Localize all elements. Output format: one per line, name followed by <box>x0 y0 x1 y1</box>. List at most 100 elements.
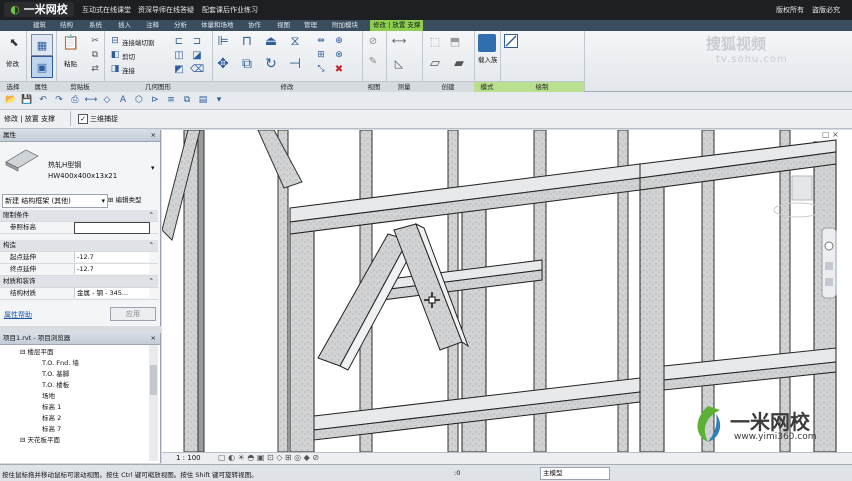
array-icon[interactable]: ⊞ <box>314 48 328 62</box>
active-model-selector[interactable]: 主模型 <box>540 467 610 480</box>
properties-close-icon[interactable]: × <box>151 130 156 141</box>
print-icon[interactable]: ⎙ <box>68 93 82 107</box>
tab-annotate[interactable]: 注释 <box>143 20 162 31</box>
instance-selector[interactable]: 新建 结构框架 (其他) ▾ <box>2 194 108 208</box>
undo-icon[interactable]: ↶ <box>36 93 50 107</box>
create-group-icon[interactable]: ▱ <box>428 56 442 71</box>
browser-tree-item[interactable]: T.O. Fnd. 墙 <box>0 358 150 369</box>
modify-button-label[interactable]: 修改 <box>6 58 19 68</box>
offset-icon[interactable]: ⊓ <box>240 34 254 49</box>
hide-element-icon[interactable]: ⊘ <box>366 34 380 48</box>
3d-snap-checkbox[interactable]: ✓ <box>78 114 88 124</box>
redo-icon[interactable]: ↷ <box>52 93 66 107</box>
paste-label[interactable]: 粘贴 <box>64 58 77 68</box>
properties-button[interactable]: ▦ <box>31 34 53 56</box>
tab-systems[interactable]: 系统 <box>86 20 105 31</box>
rotate-icon[interactable]: ↻ <box>264 56 278 72</box>
browser-close-icon[interactable]: × <box>151 333 156 344</box>
split-icon[interactable]: ⇹ <box>314 34 328 48</box>
browser-tree-item[interactable]: ⊟ 楼层平面 <box>0 347 150 358</box>
tab-architecture[interactable]: 建筑 <box>30 20 49 31</box>
beam-join-icon[interactable]: ⊐ <box>190 34 204 48</box>
end-extension-field[interactable]: -12.7 <box>74 264 149 274</box>
section-construction[interactable]: 构造 ⌃ <box>0 240 158 252</box>
paint-icon[interactable]: ◩ <box>172 62 186 76</box>
reference-level-field[interactable] <box>74 222 150 234</box>
tag-icon[interactable]: ◇ <box>100 93 114 107</box>
browser-tree-item[interactable]: T.O. 楼板 <box>0 380 150 391</box>
tab-view[interactable]: 视图 <box>274 20 293 31</box>
browser-tree-item[interactable]: 标高 7 <box>0 424 150 435</box>
dimension-icon[interactable]: ◺ <box>392 56 406 70</box>
line-draw-icon[interactable] <box>504 34 518 48</box>
browser-tree-item[interactable]: ⊟ 天花板平面 <box>0 435 150 446</box>
banner-link-1[interactable]: 互动式在线课堂 <box>82 5 131 15</box>
section-constraints[interactable]: 限制条件 ⌃ <box>0 210 158 222</box>
navigation-bar[interactable] <box>821 227 837 299</box>
start-extension-field[interactable]: -12.7 <box>74 252 149 262</box>
text-icon[interactable]: A <box>116 93 130 107</box>
banner-link-2[interactable]: 资深导师在线答疑 <box>138 5 194 15</box>
join-geometry-icon[interactable]: ◨ <box>108 62 122 76</box>
properties-help-link[interactable]: 属性帮助 <box>4 310 32 320</box>
override-graphics-icon[interactable]: ✎ <box>366 54 380 68</box>
load-family-label[interactable]: 载入族 <box>478 56 498 64</box>
viewport-close-icons[interactable]: ▢ × <box>822 130 839 139</box>
split-face-icon[interactable]: ◫ <box>172 48 186 62</box>
copy-icon[interactable]: ⧉ <box>88 48 102 62</box>
join-cut-label[interactable]: 连接端切割 <box>122 37 155 47</box>
delete-icon[interactable]: ✖ <box>332 62 346 76</box>
cut-geometry-icon[interactable]: ◧ <box>108 48 122 62</box>
tab-manage[interactable]: 管理 <box>301 20 320 31</box>
wall-joins-icon[interactable]: ⊏ <box>172 34 186 48</box>
measure-qat-icon[interactable]: ⟷ <box>84 93 98 107</box>
qat-dropdown-icon[interactable]: ▾ <box>212 93 226 107</box>
banner-link-3[interactable]: 配套课后作业练习 <box>202 5 258 15</box>
thin-lines-icon[interactable]: ≡ <box>164 93 178 107</box>
save-icon[interactable]: 💾 <box>20 93 34 107</box>
browser-tree-item[interactable]: 场地 <box>0 391 150 402</box>
browser-tree-item[interactable]: 标高 1 <box>0 402 150 413</box>
browser-scrollbar[interactable] <box>149 345 158 461</box>
match-icon[interactable]: ⇄ <box>88 62 102 76</box>
load-family-icon[interactable] <box>478 34 496 52</box>
tab-structure[interactable]: 结构 <box>57 20 76 31</box>
scale-icon[interactable]: ⤡ <box>314 62 328 76</box>
join-geometry-label[interactable]: 连接 <box>122 65 135 75</box>
section-icon[interactable]: ⊳ <box>148 93 162 107</box>
align-icon[interactable]: ⊫ <box>216 34 230 49</box>
mirror-axis-icon[interactable]: ⏏ <box>264 34 278 49</box>
browser-tree-item[interactable]: 标高 2 <box>0 413 150 424</box>
tab-addins[interactable]: 附加模块 <box>329 20 361 31</box>
tab-modify-place-brace[interactable]: 修改 | 放置 支撑 <box>370 20 424 31</box>
copy-element-icon[interactable]: ⧉ <box>240 56 254 72</box>
apply-button[interactable]: 应用 <box>110 307 156 321</box>
mirror-draw-icon[interactable]: ⧖ <box>288 34 302 49</box>
create-assembly-icon[interactable]: ⬚ <box>428 34 442 48</box>
pin-icon[interactable]: ⊕ <box>332 34 346 48</box>
trim-extend-icon[interactable]: ⊣ <box>288 56 302 72</box>
type-selector-arrow-icon[interactable]: ▾ <box>151 164 155 172</box>
close-windows-icon[interactable]: ⧉ <box>180 93 194 107</box>
create-similar-icon[interactable]: ▰ <box>452 56 466 71</box>
tab-collaborate[interactable]: 协作 <box>245 20 264 31</box>
tab-insert[interactable]: 插入 <box>115 20 134 31</box>
edit-type-button[interactable]: ⊞ 编辑类型 <box>108 194 142 206</box>
switch-windows-icon[interactable]: ▤ <box>196 93 210 107</box>
open-icon[interactable]: 📂 <box>4 93 18 107</box>
tab-massing[interactable]: 体量和场地 <box>198 20 237 31</box>
expand-toggle-icon[interactable]: ⊟ <box>20 436 28 444</box>
measure-icon[interactable]: ⟷ <box>392 34 406 48</box>
create-parts-icon[interactable]: ⬒ <box>448 34 462 48</box>
select-arrow-icon[interactable]: ⬉ <box>7 35 21 49</box>
unpin-icon[interactable]: ⊗ <box>332 48 346 62</box>
expand-toggle-icon[interactable]: ⊟ <box>20 348 28 356</box>
paste-icon[interactable]: 📋 <box>62 35 79 51</box>
view-scale[interactable]: 1 : 100 <box>176 454 201 462</box>
cut-icon[interactable]: ✂ <box>88 34 102 48</box>
browser-tree-item[interactable]: T.O. 基脚 <box>0 369 150 380</box>
view-control-icons[interactable]: ▢ ◐ ☀ ◓ ▣ ⊡ ◇ ⊞ ◎ ◆ ⊘ <box>218 453 319 462</box>
remove-paint-icon[interactable]: ◪ <box>190 48 204 62</box>
move-icon[interactable]: ✥ <box>216 56 230 72</box>
cut-geometry-label[interactable]: 剪切 <box>122 51 135 61</box>
